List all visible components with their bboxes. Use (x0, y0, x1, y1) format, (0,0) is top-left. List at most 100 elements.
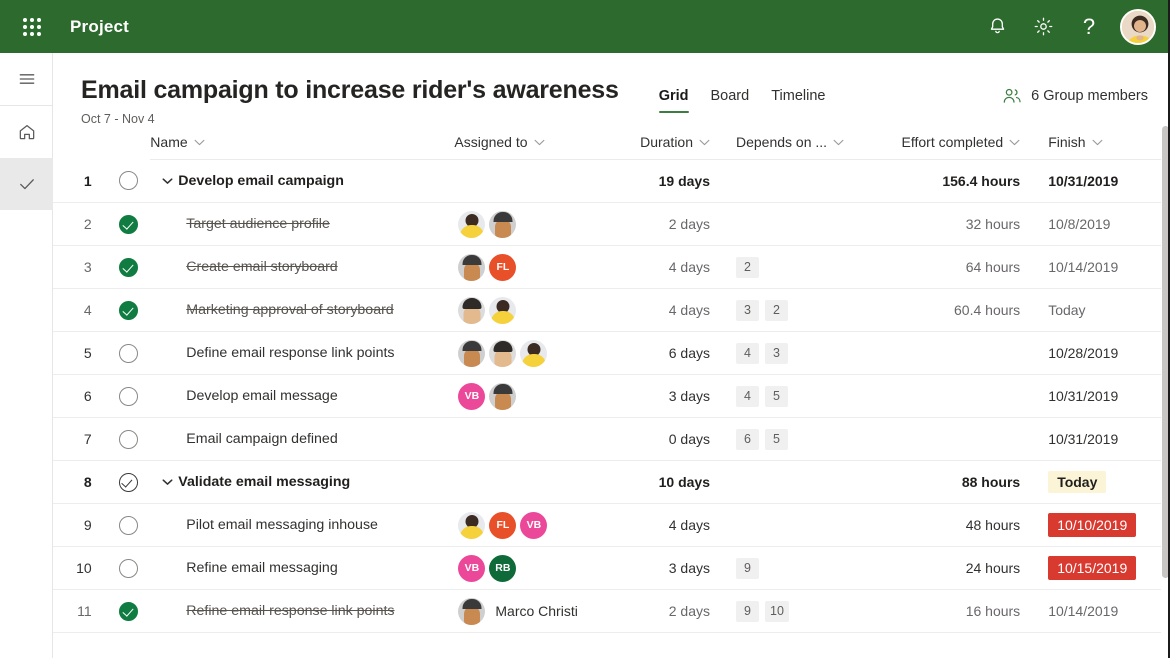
rail-menu-button[interactable] (0, 53, 53, 105)
depends-on-cell[interactable] (726, 461, 866, 504)
task-name-cell[interactable]: Pilot email messaging inhouse (150, 504, 454, 547)
duration-cell[interactable]: 10 days (629, 461, 726, 504)
effort-completed-cell[interactable]: 88 hours (866, 461, 1038, 504)
dependency-chip[interactable]: 6 (736, 428, 759, 450)
table-row[interactable]: 11 Refine email response link points Marco… (53, 590, 1170, 633)
avatar[interactable] (489, 339, 517, 367)
finish-cell[interactable]: 10/15/2019 (1038, 547, 1170, 590)
finish-cell[interactable]: 10/31/2019 (1038, 418, 1170, 461)
dependency-chip[interactable]: 5 (765, 385, 788, 407)
avatar[interactable] (458, 597, 486, 625)
avatar[interactable] (489, 210, 517, 238)
table-row[interactable]: 5 Define email response link points 6 days… (53, 332, 1170, 375)
app-launcher-button[interactable] (10, 5, 54, 49)
depends-on-cell[interactable] (726, 504, 866, 547)
table-row[interactable]: 3 Create email storyboard FL 4 days 2 64 hour… (53, 246, 1170, 289)
depends-on-cell[interactable] (726, 203, 866, 246)
depends-on-cell[interactable]: 65 (726, 418, 866, 461)
effort-completed-cell[interactable]: 16 hours (866, 590, 1038, 633)
avatar[interactable] (458, 296, 486, 324)
assigned-to-cell[interactable] (454, 418, 628, 461)
task-complete-toggle[interactable] (118, 515, 138, 535)
task-name-cell[interactable]: Target audience profile (150, 203, 454, 246)
assigned-to-cell[interactable]: FL (454, 246, 628, 289)
depends-on-cell[interactable]: 32 (726, 289, 866, 332)
duration-cell[interactable]: 3 days (629, 547, 726, 590)
duration-cell[interactable]: 4 days (629, 289, 726, 332)
assigned-to-cell[interactable]: Marco Christi (454, 590, 628, 633)
task-name-cell[interactable]: Develop email message (150, 375, 454, 418)
finish-cell[interactable]: 10/8/2019 (1038, 203, 1170, 246)
header-duration[interactable]: Duration (628, 125, 726, 160)
avatar[interactable] (458, 253, 486, 281)
user-avatar[interactable] (1120, 8, 1156, 45)
table-row[interactable]: 4 Marketing approval of storyboard 4 days 3… (53, 289, 1170, 332)
task-name-cell[interactable]: Define email response link points (150, 332, 454, 375)
avatar[interactable] (458, 511, 486, 539)
assigned-to-cell[interactable]: FL VB (454, 504, 628, 547)
tab-grid[interactable]: Grid (651, 85, 697, 113)
assigned-to-cell[interactable]: VB (454, 375, 628, 418)
depends-on-cell[interactable]: 9 10 (726, 590, 866, 633)
header-depends-on[interactable]: Depends on ... (726, 125, 866, 160)
finish-cell[interactable]: 10/10/2019 (1038, 504, 1170, 547)
task-complete-toggle[interactable] (118, 343, 138, 363)
header-name[interactable]: Name (150, 125, 455, 160)
dependency-chip[interactable]: 4 (736, 342, 759, 364)
effort-completed-cell[interactable]: 48 hours (866, 504, 1038, 547)
dependency-chip[interactable]: 10 (765, 600, 789, 622)
finish-cell[interactable]: Today (1038, 461, 1170, 504)
table-row[interactable]: 7 Email campaign defined 0 days 6 5 10/31/201… (53, 418, 1170, 461)
task-complete-toggle[interactable] (118, 171, 138, 191)
expand-collapse-button[interactable] (158, 177, 176, 185)
notifications-button[interactable] (974, 4, 1020, 50)
tab-board[interactable]: Board (703, 85, 758, 113)
duration-cell[interactable]: 2 days (629, 590, 726, 633)
dependency-chip[interactable]: 3 (736, 299, 759, 321)
dependency-chip[interactable]: 5 (765, 428, 788, 450)
dependency-chip[interactable]: 4 (736, 385, 759, 407)
assigned-to-cell[interactable] (454, 461, 628, 504)
finish-cell[interactable]: 10/31/2019 (1038, 160, 1170, 203)
assigned-to-cell[interactable]: VB RB (454, 547, 628, 590)
dependency-chip[interactable]: 9 (736, 557, 759, 579)
depends-on-cell[interactable]: 43 (726, 332, 866, 375)
depends-on-cell[interactable]: 2 (726, 246, 866, 289)
task-complete-toggle[interactable] (118, 386, 138, 406)
effort-completed-cell[interactable]: 24 hours (866, 547, 1038, 590)
rail-tasks-button[interactable] (0, 158, 53, 210)
avatar[interactable] (458, 210, 486, 238)
depends-on-cell[interactable]: 45 (726, 375, 866, 418)
duration-cell[interactable]: 4 days (629, 246, 726, 289)
task-complete-toggle[interactable] (118, 472, 138, 492)
task-name-cell[interactable]: Marketing approval of storyboard (150, 289, 454, 332)
finish-cell[interactable]: 10/31/2019 (1038, 375, 1170, 418)
table-row[interactable]: 10 Refine email messaging VB RB 3 days 9 24 ho… (53, 547, 1170, 590)
duration-cell[interactable]: 3 days (629, 375, 726, 418)
task-name-cell[interactable]: Email campaign defined (150, 418, 454, 461)
avatar[interactable]: VB (458, 382, 486, 410)
depends-on-cell[interactable]: 9 (726, 547, 866, 590)
header-assigned-to[interactable]: Assigned to (454, 125, 629, 160)
dependency-chip[interactable]: 2 (736, 256, 759, 278)
header-finish[interactable]: Finish (1038, 125, 1170, 160)
task-complete-toggle[interactable] (118, 601, 138, 621)
avatar[interactable] (520, 339, 548, 367)
table-row[interactable]: 8 Validate email messaging 10 days 88 hours… (53, 461, 1170, 504)
task-complete-toggle[interactable] (118, 300, 138, 320)
task-complete-toggle[interactable] (118, 558, 138, 578)
finish-cell[interactable]: Today (1038, 289, 1170, 332)
table-row[interactable]: 2 Target audience profile 2 days 32 hours 10… (53, 203, 1170, 246)
finish-cell[interactable]: 10/14/2019 (1038, 590, 1170, 633)
assigned-to-cell[interactable] (454, 160, 628, 203)
effort-completed-cell[interactable]: 156.4 hours (866, 160, 1038, 203)
avatar[interactable]: VB (458, 554, 486, 582)
task-name-cell[interactable]: Refine email response link points (150, 590, 454, 633)
assigned-to-cell[interactable] (454, 203, 628, 246)
finish-cell[interactable]: 10/28/2019 (1038, 332, 1170, 375)
avatar[interactable]: FL (489, 253, 517, 281)
avatar[interactable]: RB (489, 554, 517, 582)
task-complete-toggle[interactable] (118, 429, 138, 449)
settings-button[interactable] (1020, 4, 1066, 50)
duration-cell[interactable]: 0 days (629, 418, 726, 461)
